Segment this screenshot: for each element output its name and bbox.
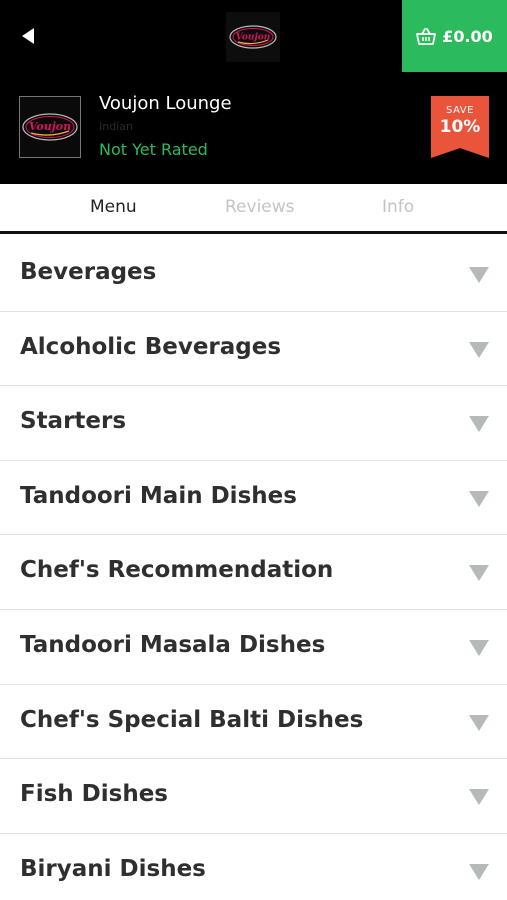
svg-text:Voujon: Voujon (29, 120, 71, 133)
chevron-down-icon (469, 789, 489, 806)
tab-menu[interactable]: Menu (90, 197, 137, 217)
menu-category-chefs-recommendation[interactable]: Chef's Recommendation (0, 535, 507, 610)
menu-category-label: Biryani Dishes (20, 855, 206, 882)
menu-category-starters[interactable]: Starters (0, 386, 507, 461)
menu-category-label: Chef's Recommendation (20, 557, 334, 584)
menu-category-alcoholic-beverages[interactable]: Alcoholic Beverages (0, 311, 507, 387)
menu-category-tandoori-masala-dishes[interactable]: Tandoori Masala Dishes (0, 609, 507, 685)
chevron-down-icon (469, 490, 489, 507)
chevron-down-icon (469, 714, 489, 731)
chevron-down-icon (469, 416, 489, 433)
save-value: 10% (439, 117, 481, 137)
tab-info[interactable]: Info (382, 197, 414, 217)
menu-category-fish-dishes[interactable]: Fish Dishes (0, 759, 507, 834)
menu-category-label: Alcoholic Beverages (20, 333, 282, 360)
back-button[interactable] (8, 16, 48, 56)
chevron-down-icon (469, 863, 489, 880)
back-arrow-icon (22, 28, 34, 44)
chevron-down-icon (469, 341, 489, 358)
basket-icon (416, 27, 437, 45)
tab-reviews[interactable]: Reviews (225, 197, 295, 217)
chevron-down-icon (469, 267, 489, 283)
top-bar: Voujon £0.00 (0, 0, 507, 72)
menu-category-label: Tandoori Masala Dishes (20, 631, 326, 658)
svg-text:Voujon: Voujon (236, 33, 271, 43)
menu-category-label: Fish Dishes (20, 781, 168, 808)
basket-button[interactable]: £0.00 (402, 0, 507, 72)
menu-category-beverages[interactable]: Beverages (0, 237, 507, 312)
menu-category-label: Chef's Special Balti Dishes (20, 706, 364, 733)
menu-category-tandoori-main-dishes[interactable]: Tandoori Main Dishes (0, 460, 507, 536)
menu-category-label: Tandoori Main Dishes (20, 482, 297, 509)
menu-category-label: Beverages (20, 259, 157, 285)
save-label: SAVE (446, 105, 474, 116)
chevron-down-icon (469, 639, 489, 656)
tab-bar: Menu Reviews Info (0, 184, 507, 234)
save-badge: SAVE 10% (431, 96, 489, 158)
restaurant-rating: Not Yet Rated (99, 140, 208, 159)
chevron-down-icon (469, 565, 489, 582)
restaurant-header: Voujon Voujon Lounge Indian Not Yet Rate… (0, 72, 507, 184)
restaurant-logo: Voujon (19, 96, 81, 158)
menu-category-chefs-special-balti-dishes[interactable]: Chef's Special Balti Dishes (0, 684, 507, 760)
restaurant-name: Voujon Lounge (99, 93, 232, 114)
restaurant-logo-small: Voujon (226, 12, 280, 62)
menu-category-label: Starters (20, 408, 127, 435)
basket-total: £0.00 (442, 26, 493, 46)
menu-category-biryani-dishes[interactable]: Biryani Dishes (0, 833, 507, 900)
restaurant-cuisine: Indian (99, 120, 133, 133)
menu-category-list: Beverages Alcoholic Beverages Starters T… (0, 237, 507, 900)
